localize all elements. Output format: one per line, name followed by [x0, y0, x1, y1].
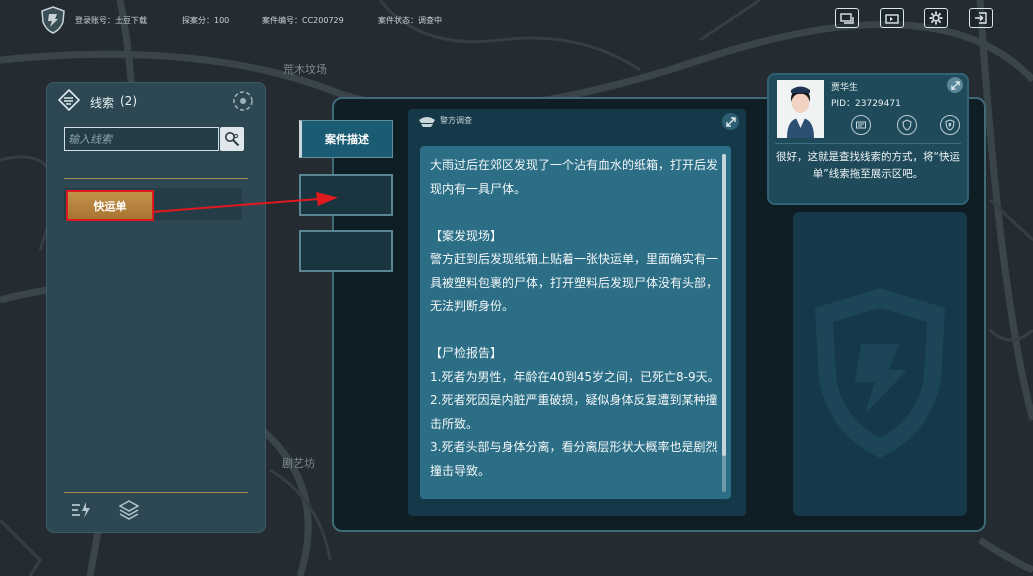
doc-paragraph: 3.死者头部与身体分离，看分离层形状大概率也是剧烈撞击导致。: [430, 440, 718, 478]
badge-id-card-icon[interactable]: [851, 115, 871, 135]
map-label-theater: 剧艺坊: [282, 457, 315, 470]
map-label-graveyard: 荒木坟场: [283, 63, 327, 76]
sort-icon[interactable]: [70, 499, 92, 521]
doc-paragraph: 1.死者为男性，年龄在40到45岁之间，已死亡8-9天。: [430, 369, 720, 384]
exit-screen-icon: [885, 13, 899, 24]
clue-panel: 线索 (2) 快运单: [46, 82, 266, 533]
divider-bottom: [64, 492, 248, 493]
character-dialog-card: 贾华生 PID：23729471 很好，这就是查找线索的方式，将“快运单”线索拖…: [767, 73, 969, 205]
clue-item-express-waybill[interactable]: 快运单: [66, 190, 154, 221]
tab-empty-slot-2[interactable]: [299, 230, 393, 272]
clue-search-input[interactable]: [64, 127, 219, 151]
doc-paragraph: 2.死者死因是内脏严重破损，疑似身体反复遭到某种撞击所致。: [430, 393, 718, 431]
divider-top: [64, 178, 248, 179]
expand-icon: [725, 116, 736, 127]
clue-filter-icon[interactable]: [232, 90, 254, 112]
screen-icon: [840, 12, 854, 24]
police-badge-logo-icon: [41, 6, 65, 34]
drag-hint-arrow: [151, 192, 338, 213]
clue-item-label: 快运单: [93, 199, 127, 213]
settings-icon: [929, 11, 943, 25]
doc-paragraph: 大雨过后在郊区发现了一个沾有血水的纸箱，打开后发现内有一具尸体。: [430, 158, 719, 196]
clue-count: (2): [120, 94, 137, 108]
logout-icon: [975, 12, 987, 24]
doc-paragraph: [430, 319, 720, 343]
layers-icon[interactable]: [118, 499, 140, 521]
doc-section-heading: 【案发现场】: [430, 228, 503, 243]
character-pid: PID：23729471: [831, 99, 901, 109]
character-name: 贾华生: [831, 83, 859, 93]
logout-button[interactable]: [969, 8, 993, 28]
account-label: 登录账号：土豆下载: [75, 16, 147, 25]
badge-shield-icon[interactable]: [940, 115, 960, 135]
doc-section-heading: 【尸检报告】: [430, 346, 503, 360]
score-label: 探案分：100: [182, 16, 230, 25]
document-text: 大雨过后在郊区发现了一个沾有血水的纸箱，打开后发现内有一具尸体。 【案发现场】 …: [430, 154, 720, 483]
tab-case-description[interactable]: 案件描述: [299, 120, 393, 158]
document-expand-button[interactable]: [722, 113, 739, 130]
badge-police-icon[interactable]: [897, 115, 917, 135]
clue-list-icon: [58, 89, 80, 111]
case-status-label: 案件状态：调查中: [378, 16, 442, 25]
top-bar: 登录账号：土豆下载 探案分：100 案件编号：CC200729 案件状态：调查中: [0, 0, 1033, 40]
character-portrait: [777, 80, 824, 138]
document-header: 警方调查: [440, 116, 472, 125]
tab-label: 案件描述: [325, 133, 369, 146]
doc-paragraph: 警方赶到后发现纸箱上贴着一张快运单，里面确实有一具被塑料包裹的尸体，打开塑料后发…: [430, 252, 719, 313]
character-dialog-message: 很好，这就是查找线索的方式，将“快运单”线索拖至展示区吧。: [775, 143, 961, 183]
search-icon: [225, 132, 240, 147]
character-expand-button[interactable]: [947, 77, 963, 93]
evidence-display-area[interactable]: [793, 212, 967, 516]
doc-paragraph: [430, 201, 720, 225]
police-investigation-document: 警方调查 大雨过后在郊区发现了一个沾有血水的纸箱，打开后发现内有一具尸体。 【案…: [408, 109, 746, 516]
expand-icon: [950, 80, 960, 90]
clue-search-button[interactable]: [220, 127, 244, 151]
police-cap-icon: [419, 117, 435, 127]
fullscreen-button[interactable]: [835, 8, 859, 28]
clue-panel-title: 线索: [90, 96, 115, 110]
police-shield-emblem-icon: [815, 288, 945, 458]
window-button[interactable]: [880, 8, 904, 28]
document-scrollbar-thumb[interactable]: [722, 154, 726, 456]
settings-button[interactable]: [924, 8, 948, 28]
document-body: 大雨过后在郊区发现了一个沾有血水的纸箱，打开后发现内有一具尸体。 【案发现场】 …: [420, 146, 731, 499]
case-number-label: 案件编号：CC200729: [262, 16, 344, 25]
